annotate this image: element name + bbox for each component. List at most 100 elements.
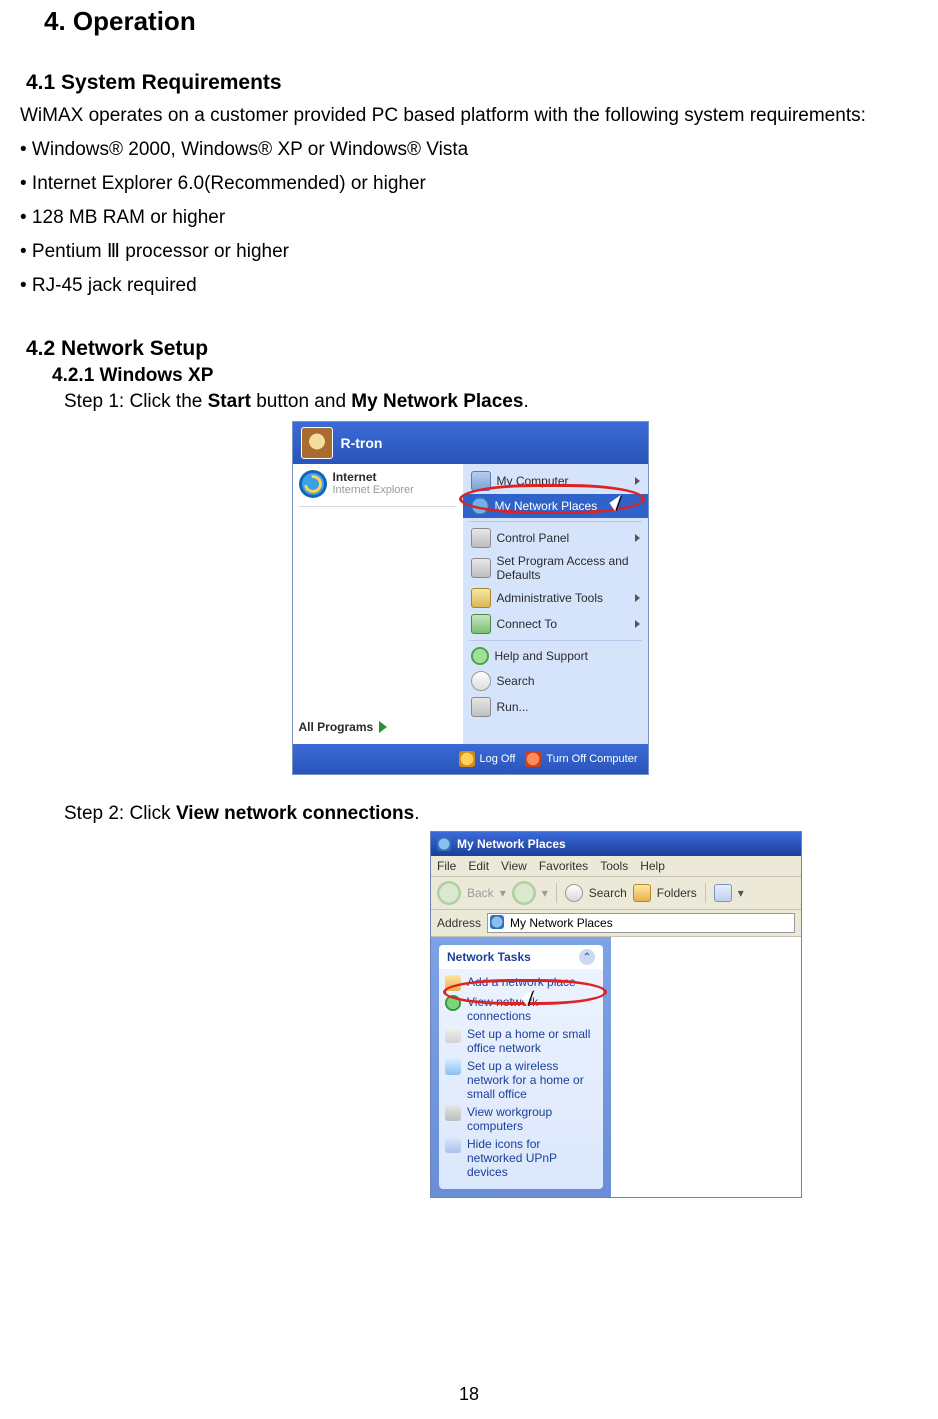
- menu-file[interactable]: File: [437, 859, 456, 873]
- task-view-network-connections[interactable]: View network connections: [443, 993, 599, 1025]
- logoff-icon: [459, 751, 475, 767]
- address-input[interactable]: [487, 913, 795, 933]
- text: Step 2: Click: [64, 803, 176, 824]
- menu-item-my-computer[interactable]: My Computer: [463, 468, 648, 494]
- heading-netsetup: 4.2 Network Setup: [26, 337, 918, 361]
- control-panel-icon: [471, 528, 491, 548]
- start-menu-header: R-tron: [293, 422, 648, 464]
- heading-operation: 4. Operation: [44, 6, 918, 37]
- menu-help[interactable]: Help: [640, 859, 665, 873]
- views-icon: [714, 884, 732, 902]
- task-group-network: Network Tasks ⌃ Add a network place View…: [439, 945, 603, 1189]
- logoff-label: Log Off: [480, 753, 516, 765]
- figure-start-menu: R-tron Internet Internet Explorer All Pr…: [292, 421, 649, 775]
- toolbar-folders-button[interactable]: Folders: [657, 886, 697, 900]
- menu-item-connect-to[interactable]: Connect To: [463, 611, 648, 637]
- internet-explorer-icon: [299, 470, 327, 498]
- turnoff-button[interactable]: Turn Off Computer: [525, 751, 637, 767]
- window-title: My Network Places: [457, 837, 566, 851]
- menu-item-my-network-places[interactable]: My Network Places: [463, 494, 648, 518]
- menu-label: My Computer: [497, 474, 569, 488]
- address-bar: Address: [431, 910, 801, 937]
- submenu-arrow-icon: [635, 620, 640, 628]
- heading-sysreq: 4.1 System Requirements: [26, 71, 918, 95]
- run-icon: [471, 697, 491, 717]
- help-icon: [471, 647, 489, 665]
- task-label: Set up a wireless network for a home or …: [467, 1059, 597, 1101]
- menu-label: Set Program Access and Defaults: [497, 554, 640, 582]
- task-group-header[interactable]: Network Tasks ⌃: [439, 945, 603, 969]
- menu-item-help[interactable]: Help and Support: [463, 644, 648, 668]
- upnp-icon: [445, 1137, 461, 1153]
- submenu-arrow-icon: [635, 594, 640, 602]
- window-titlebar[interactable]: My Network Places: [431, 832, 801, 856]
- sysreq-intro: WiMAX operates on a customer provided PC…: [20, 99, 918, 133]
- task-panel: Network Tasks ⌃ Add a network place View…: [431, 937, 611, 1197]
- task-label: View network connections: [467, 995, 597, 1023]
- menu-view[interactable]: View: [501, 859, 527, 873]
- bullet: • Internet Explorer 6.0(Recommended) or …: [20, 167, 918, 201]
- dropdown-arrow-icon[interactable]: ▾: [542, 886, 548, 900]
- menu-label: Help and Support: [495, 649, 588, 663]
- text-bold: Start: [208, 391, 251, 412]
- menu-item-control-panel[interactable]: Control Panel: [463, 525, 648, 551]
- task-add-network-place[interactable]: Add a network place: [443, 973, 599, 993]
- network-places-icon: [471, 497, 489, 515]
- separator: [299, 506, 457, 507]
- task-label: Set up a home or small office network: [467, 1027, 597, 1055]
- menu-label: Administrative Tools: [497, 591, 604, 605]
- menu-label: My Network Places: [495, 499, 598, 513]
- menu-item-admin-tools[interactable]: Administrative Tools: [463, 585, 648, 611]
- computer-icon: [471, 471, 491, 491]
- menu-item-search[interactable]: Search: [463, 668, 648, 694]
- dropdown-arrow-icon[interactable]: ▾: [500, 886, 506, 900]
- back-label: Back: [467, 886, 494, 900]
- menu-bar: File Edit View Favorites Tools Help: [431, 856, 801, 877]
- dropdown-arrow-icon[interactable]: ▾: [738, 886, 744, 900]
- toolbar-search-button[interactable]: Search: [589, 886, 627, 900]
- search-icon: [565, 884, 583, 902]
- task-view-workgroup[interactable]: View workgroup computers: [443, 1103, 599, 1135]
- address-icon: [490, 915, 504, 929]
- pinned-title: Internet: [333, 470, 457, 484]
- menu-item-run[interactable]: Run...: [463, 694, 648, 720]
- start-menu-right-pane: My Computer My Network Places Control Pa…: [463, 464, 648, 744]
- task-label: Add a network place: [467, 975, 576, 989]
- menu-edit[interactable]: Edit: [468, 859, 489, 873]
- task-setup-wireless[interactable]: Set up a wireless network for a home or …: [443, 1057, 599, 1103]
- forward-button[interactable]: [512, 881, 536, 905]
- task-hide-upnp[interactable]: Hide icons for networked UPnP devices: [443, 1135, 599, 1181]
- turnoff-label: Turn Off Computer: [546, 753, 637, 765]
- bullet: • RJ-45 jack required: [20, 269, 918, 303]
- bullet: • Pentium Ⅲ processor or higher: [20, 235, 918, 269]
- home-network-icon: [445, 1027, 461, 1043]
- text-bold: My Network Places: [351, 391, 523, 412]
- admin-tools-icon: [471, 588, 491, 608]
- logoff-button[interactable]: Log Off: [459, 751, 516, 767]
- menu-tools[interactable]: Tools: [600, 859, 628, 873]
- all-programs-label: All Programs: [299, 720, 374, 734]
- add-place-icon: [445, 975, 461, 991]
- user-avatar-icon: [301, 427, 333, 459]
- submenu-arrow-icon: [635, 477, 640, 485]
- text: .: [523, 391, 528, 412]
- menu-label: Control Panel: [497, 531, 570, 545]
- menu-favorites[interactable]: Favorites: [539, 859, 588, 873]
- workgroup-icon: [445, 1105, 461, 1121]
- menu-label: Run...: [497, 700, 529, 714]
- menu-item-set-program-access[interactable]: Set Program Access and Defaults: [463, 551, 648, 585]
- all-programs-button[interactable]: All Programs: [299, 716, 457, 738]
- collapse-icon[interactable]: ⌃: [579, 949, 595, 965]
- back-button[interactable]: [437, 881, 461, 905]
- submenu-arrow-icon: [635, 534, 640, 542]
- task-setup-home-network[interactable]: Set up a home or small office network: [443, 1025, 599, 1057]
- text: .: [414, 803, 419, 824]
- arrow-right-icon: [379, 721, 387, 733]
- connections-icon: [445, 995, 461, 1011]
- address-label: Address: [437, 916, 481, 930]
- folder-icon: [633, 884, 651, 902]
- figure-network-places-window: My Network Places File Edit View Favorit…: [430, 831, 802, 1198]
- pinned-internet[interactable]: Internet Internet Explorer: [299, 470, 457, 498]
- separator: [469, 640, 642, 641]
- separator: [705, 883, 706, 903]
